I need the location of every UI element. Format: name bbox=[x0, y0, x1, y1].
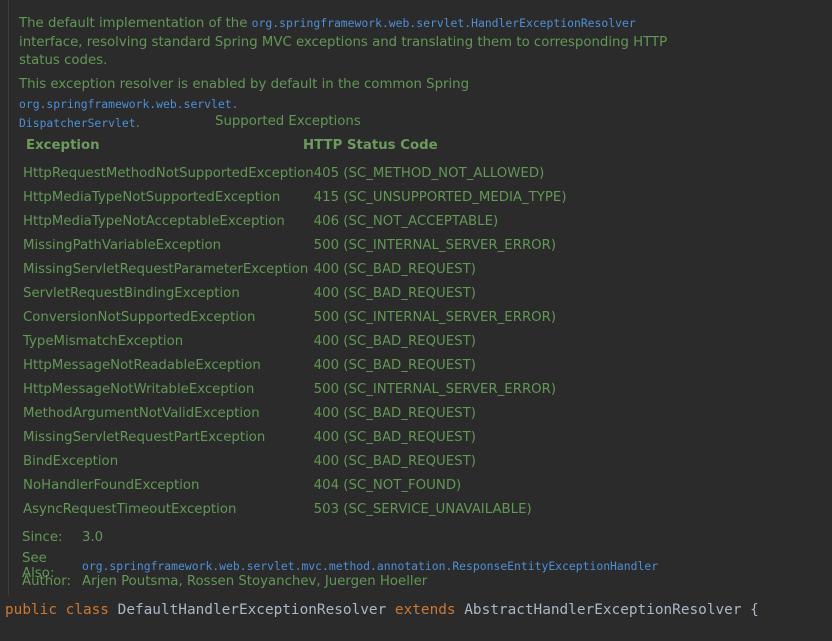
table-row: HttpMessageNotWritableException 500 (SC_I… bbox=[23, 377, 567, 401]
description-text-continued: interface, resolving standard Spring MVC… bbox=[19, 34, 668, 69]
table-row: NoHandlerFoundException 404 (SC_NOT_FOUND… bbox=[23, 473, 567, 497]
exception-cell: MissingPathVariableException bbox=[23, 237, 222, 253]
class-name[interactable]: DefaultHandlerExceptionResolver bbox=[118, 602, 387, 618]
table-row: TypeMismatchException 400 (SC_BAD_REQUEST… bbox=[23, 329, 567, 353]
status-cell: 503 (SC_SERVICE_UNAVAILABLE) bbox=[313, 501, 532, 517]
exception-cell: ServletRequestBindingException bbox=[23, 285, 240, 301]
status-cell: 400 (SC_BAD_REQUEST) bbox=[313, 405, 476, 421]
description-text: The default implementation of the bbox=[19, 16, 252, 31]
table-row: HttpMediaTypeNotSupportedException 415 (S… bbox=[23, 185, 567, 209]
description-paragraph: The default implementation of the org.sp… bbox=[19, 14, 679, 71]
exception-cell: MissingServletRequestParameterException bbox=[23, 261, 309, 277]
dispatcher-period: . bbox=[135, 116, 140, 131]
dispatcher-servlet-link[interactable]: DispatcherServlet bbox=[19, 116, 136, 130]
exception-cell: HttpMediaTypeNotSupportedException bbox=[23, 189, 281, 205]
table-row: MethodArgumentNotValidException 400 (SC_B… bbox=[23, 401, 567, 425]
see-also-link[interactable]: org.springframework.web.servlet.mvc.meth… bbox=[82, 559, 658, 573]
status-cell: 404 (SC_NOT_FOUND) bbox=[313, 477, 462, 493]
table-row: MissingPathVariableException 500 (SC_INTE… bbox=[23, 233, 567, 257]
exception-cell: TypeMismatchException bbox=[23, 333, 184, 349]
status-cell: 500 (SC_INTERNAL_SERVER_ERROR) bbox=[313, 309, 557, 325]
table-row: AsyncRequestTimeoutException 503 (SC_SERV… bbox=[23, 497, 567, 521]
table-row: ServletRequestBindingException 400 (SC_BA… bbox=[23, 281, 567, 305]
exception-cell: AsyncRequestTimeoutException bbox=[23, 501, 237, 517]
keyword-class: class bbox=[65, 602, 109, 618]
status-cell: 400 (SC_BAD_REQUEST) bbox=[313, 453, 476, 469]
since-value: 3.0 bbox=[82, 530, 104, 545]
status-cell: 406 (SC_NOT_ACCEPTABLE) bbox=[313, 213, 499, 229]
author-tag: Author: Arjen Poutsma, Rossen Stoyanchev… bbox=[22, 574, 427, 589]
table-row: MissingServletRequestPartException 400 (S… bbox=[23, 425, 567, 449]
superclass-name[interactable]: AbstractHandlerExceptionResolver bbox=[464, 602, 741, 618]
table-row: HttpRequestMethodNotSupportedException 40… bbox=[23, 161, 567, 185]
exception-cell: HttpMessageNotWritableException bbox=[23, 381, 255, 397]
keyword-extends: extends bbox=[394, 602, 456, 618]
open-brace: { bbox=[750, 602, 759, 618]
javadoc-comment: The default implementation of the org.sp… bbox=[8, 0, 832, 596]
exception-column-header: Exception bbox=[26, 138, 100, 153]
status-cell: 400 (SC_BAD_REQUEST) bbox=[313, 285, 476, 301]
class-declaration[interactable]: public class DefaultHandlerExceptionReso… bbox=[5, 602, 759, 618]
status-cell: 400 (SC_BAD_REQUEST) bbox=[313, 333, 476, 349]
exception-cell: HttpMessageNotReadableException bbox=[23, 357, 261, 373]
table-row: BindException 400 (SC_BAD_REQUEST) bbox=[23, 449, 567, 473]
since-label: Since: bbox=[22, 530, 63, 545]
dispatcher-text: This exception resolver is enabled by de… bbox=[19, 77, 470, 92]
table-row: HttpMessageNotReadableException 400 (SC_B… bbox=[23, 353, 567, 377]
status-cell: 500 (SC_INTERNAL_SERVER_ERROR) bbox=[313, 237, 557, 253]
table-row: MissingServletRequestParameterException 4… bbox=[23, 257, 567, 281]
status-cell: 500 (SC_INTERNAL_SERVER_ERROR) bbox=[313, 381, 557, 397]
since-tag: Since: 3.0 bbox=[22, 530, 103, 545]
status-column-header: HTTP Status Code bbox=[303, 138, 438, 153]
table-row: ConversionNotSupportedException 500 (SC_I… bbox=[23, 305, 567, 329]
exception-cell: MethodArgumentNotValidException bbox=[23, 405, 260, 421]
table-row: HttpMediaTypeNotAcceptableException 406 (… bbox=[23, 209, 567, 233]
handler-exception-resolver-link[interactable]: org.springframework.web.servlet.HandlerE… bbox=[252, 16, 636, 30]
dispatcher-package-link[interactable]: org.springframework.web.servlet. bbox=[19, 97, 238, 111]
author-value: Arjen Poutsma, Rossen Stoyanchev, Juerge… bbox=[82, 574, 428, 589]
table-caption: Supported Exceptions bbox=[215, 114, 361, 129]
exception-cell: NoHandlerFoundException bbox=[23, 477, 200, 493]
author-label: Author: bbox=[22, 574, 72, 589]
status-cell: 400 (SC_BAD_REQUEST) bbox=[313, 261, 476, 277]
keyword-public: public bbox=[5, 602, 57, 618]
exceptions-table: HttpRequestMethodNotSupportedException 40… bbox=[23, 161, 567, 521]
exception-cell: BindException bbox=[23, 453, 119, 469]
exception-cell: ConversionNotSupportedException bbox=[23, 309, 256, 325]
status-cell: 415 (SC_UNSUPPORTED_MEDIA_TYPE) bbox=[313, 189, 567, 205]
status-cell: 400 (SC_BAD_REQUEST) bbox=[313, 357, 476, 373]
exception-cell: HttpRequestMethodNotSupportedException bbox=[23, 165, 314, 181]
status-cell: 400 (SC_BAD_REQUEST) bbox=[313, 429, 476, 445]
exception-cell: HttpMediaTypeNotAcceptableException bbox=[23, 213, 285, 229]
status-cell: 405 (SC_METHOD_NOT_ALLOWED) bbox=[313, 165, 545, 181]
exception-cell: MissingServletRequestPartException bbox=[23, 429, 266, 445]
